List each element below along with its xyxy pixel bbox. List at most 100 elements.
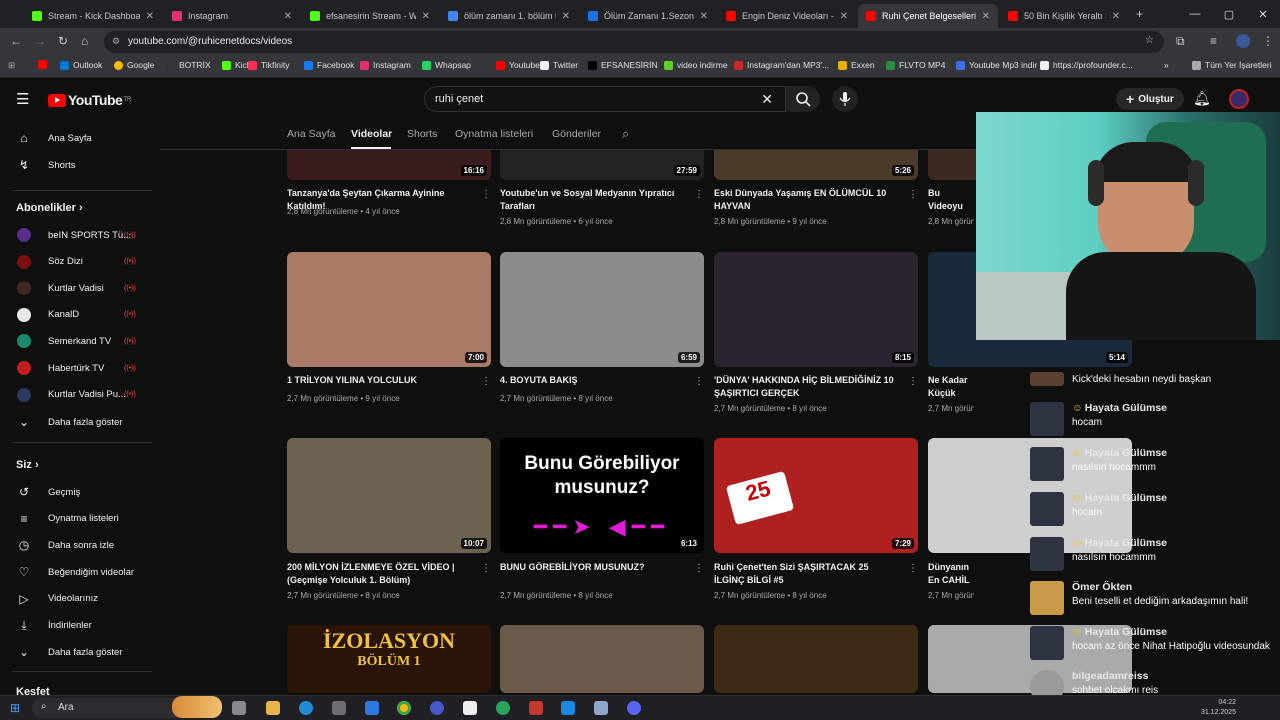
edge-icon[interactable] [299, 701, 313, 715]
taskbar-search-input[interactable]: ⌕ Ara [32, 696, 222, 718]
new-tab-button[interactable]: + [1136, 7, 1143, 21]
maximize-icon[interactable]: ▢ [1212, 8, 1246, 21]
tab-close-icon[interactable]: ✕ [146, 11, 154, 22]
sidebar-item-home[interactable]: ⌂ Ana Sayfa [0, 127, 160, 149]
video-menu-icon[interactable]: ⋮ [481, 376, 491, 387]
tab-channel-0[interactable]: Ana Sayfa [287, 128, 335, 140]
extensions-icon[interactable]: ⧉ [1176, 34, 1185, 49]
browser-tab[interactable]: ölüm zamanı 1. bölüm full ✕ [440, 4, 578, 28]
voice-search-button[interactable] [832, 86, 858, 112]
bookmark-item[interactable]: Twitter [540, 60, 578, 70]
bookmark-youtube-icon[interactable] [38, 60, 51, 69]
bookmark-item[interactable]: Instagram'dan MP3'... [734, 60, 829, 70]
video-thumbnail[interactable]: 7:00 [287, 252, 491, 367]
windows-start-icon[interactable]: ⊞ [10, 701, 20, 715]
document-icon[interactable] [463, 701, 477, 715]
sidebar-item-chevron-down[interactable]: ⌄ Daha fazla göster [0, 641, 160, 663]
search-button[interactable] [786, 86, 820, 112]
bookmark-item[interactable]: Instagram [360, 60, 411, 70]
bookmark-item[interactable]: Youtube Mp3 indir [956, 60, 1037, 70]
browser-tab[interactable]: Stream - Kick Dashboard ✕ [24, 4, 162, 28]
bookmark-item[interactable]: Exxen [838, 60, 875, 70]
bookmarks-overflow-icon[interactable]: » [1164, 60, 1169, 70]
video-title[interactable]: Youtube'un ve Sosyal Medyanın Yıpratıcı … [500, 187, 680, 213]
video-title[interactable]: Ruhi Çenet'ten Sizi ŞAŞIRTACAK 25 İLGİNÇ… [714, 561, 894, 587]
tikfinity-icon[interactable] [529, 701, 543, 715]
apps-icon[interactable]: ⊞ [8, 60, 15, 71]
bookmark-item[interactable]: Youtube [496, 60, 540, 70]
site-info-icon[interactable]: ⚙ [112, 36, 120, 47]
bookmark-star-icon[interactable]: ☆ [1145, 35, 1154, 46]
video-title[interactable]: Dünyanın En CAHİL ve TEHLİKELİ Kadını [928, 561, 974, 587]
sidebar-item-download[interactable]: ⤓ İndirilenler [0, 615, 160, 637]
video-thumbnail[interactable]: 10:07 [287, 438, 491, 553]
tab-close-icon[interactable]: ✕ [982, 11, 990, 22]
sidebar-item-subscription[interactable]: Habertürk TV ((•)) [0, 357, 160, 379]
video-menu-icon[interactable]: ⋮ [908, 563, 918, 574]
video-menu-icon[interactable]: ⋮ [481, 563, 491, 574]
sidebar-item-subscription[interactable]: KanalD ((•)) [0, 304, 160, 326]
bookmark-item[interactable]: Facebook [304, 60, 354, 70]
video-title[interactable]: 200 MİLYON İZLENMEYE ÖZEL VİDEO | (Geçmi… [287, 561, 467, 587]
video-thumbnail[interactable]: 6:59 [500, 252, 704, 367]
video-menu-icon[interactable]: ⋮ [694, 189, 704, 200]
video-thumbnail[interactable] [500, 625, 704, 693]
tab-channel-3[interactable]: Oynatma listeleri [455, 128, 533, 140]
sidebar-item-playlist[interactable]: ≡ Oynatma listeleri [0, 508, 160, 530]
you-heading[interactable]: Siz › [16, 459, 39, 471]
bookmark-item[interactable]: BOTRİX [166, 60, 211, 70]
sidebar-show-more[interactable]: ⌄ Daha fazla göster [0, 411, 160, 433]
video-thumbnail[interactable] [714, 625, 918, 693]
menu-icon[interactable]: ⋮ [1262, 34, 1274, 48]
sidebar-item-subscription[interactable]: Semerkand TV ((•)) [0, 330, 160, 352]
home-icon[interactable]: ⌂ [81, 34, 88, 48]
video-title[interactable]: BUNU GÖREBİLİYOR MUSUNUZ? [500, 561, 680, 587]
browser-tab[interactable]: efsanesirin Stream - Watc ✕ [302, 4, 438, 28]
app-icon-4[interactable] [561, 701, 575, 715]
sidebar-item-shorts[interactable]: ↯ Shorts [0, 154, 160, 176]
video-title[interactable]: Eski Dünyada Yaşamış EN ÖLÜMCÜL 10 HAYVA… [714, 187, 894, 213]
sidebar-item-watch-later[interactable]: ◷ Daha sonra izle [0, 534, 160, 556]
chrome-icon[interactable] [397, 701, 411, 715]
sidebar-item-like[interactable]: ♡ Beğendiğim videolar [0, 561, 160, 583]
notifications-bell-icon[interactable]: 🔔︎ [1193, 90, 1211, 107]
browser-tab[interactable]: Ruhi Çenet Belgeselleri - ✕ [858, 4, 998, 28]
bookmark-item[interactable]: Kick [222, 60, 251, 70]
tab-channel-2[interactable]: Shorts [407, 128, 437, 140]
video-title[interactable]: 'DÜNYA' HAKKINDA HİÇ BİLMEDİĞİNİZ 10 ŞAŞ… [714, 374, 894, 400]
tab-close-icon[interactable]: ✕ [284, 11, 292, 22]
tab-close-icon[interactable]: ✕ [700, 11, 708, 22]
bookmark-item[interactable]: FLVTO MP4 [886, 60, 945, 70]
bookmark-item[interactable]: Whapsap [422, 60, 471, 70]
tab-close-icon[interactable]: ✕ [422, 11, 430, 22]
app-icon-5[interactable] [594, 701, 608, 715]
media-icon[interactable]: ≡ [1210, 34, 1217, 48]
video-menu-icon[interactable]: ⋮ [694, 563, 704, 574]
close-window-icon[interactable]: ✕ [1246, 8, 1280, 21]
tab-close-icon[interactable]: ✕ [1112, 11, 1120, 22]
channel-search-icon[interactable]: ⌕ [622, 126, 629, 142]
subscriptions-heading[interactable]: Abonelikler › [16, 202, 83, 214]
discord-icon[interactable] [627, 701, 641, 715]
bookmark-item[interactable]: Tikfinity [248, 60, 290, 70]
bookmark-outlook[interactable]: Outlook [60, 60, 102, 70]
bookmark-google[interactable]: Google [114, 60, 154, 70]
browser-tab[interactable]: Ölüm Zamanı 1.Sezon 1.B ✕ [580, 4, 716, 28]
profile-avatar[interactable] [1236, 34, 1250, 48]
browser-tab[interactable]: Instagram ✕ [164, 4, 300, 28]
store-icon[interactable] [365, 701, 379, 715]
task-view-icon[interactable] [232, 701, 246, 715]
hamburger-menu-icon[interactable]: ☰ [16, 90, 29, 108]
video-menu-icon[interactable]: ⋮ [694, 376, 704, 387]
tab-close-icon[interactable]: ✕ [840, 11, 848, 22]
bookmark-item[interactable]: https://profounder.c... [1040, 60, 1133, 70]
video-title[interactable]: Ne Kadar Küçük Olduğunuzu Anlayacaksınız… [928, 374, 974, 400]
search-input[interactable]: ruhi çenet ✕ [424, 86, 786, 112]
youtube-logo[interactable]: YouTube TR [48, 92, 131, 108]
sidebar-item-subscription[interactable]: beIN SPORTS Tü... ((•)) [0, 224, 160, 246]
browser-tab[interactable]: 50 Bin Kişilik Yeraltı Şehri ✕ [1000, 4, 1128, 28]
video-menu-icon[interactable]: ⋮ [481, 189, 491, 200]
tab-close-icon[interactable]: ✕ [562, 11, 570, 22]
sidebar-item-history[interactable]: ↺ Geçmiş [0, 481, 160, 503]
sidebar-item-your-videos[interactable]: ▷ Videolarınız [0, 588, 160, 610]
